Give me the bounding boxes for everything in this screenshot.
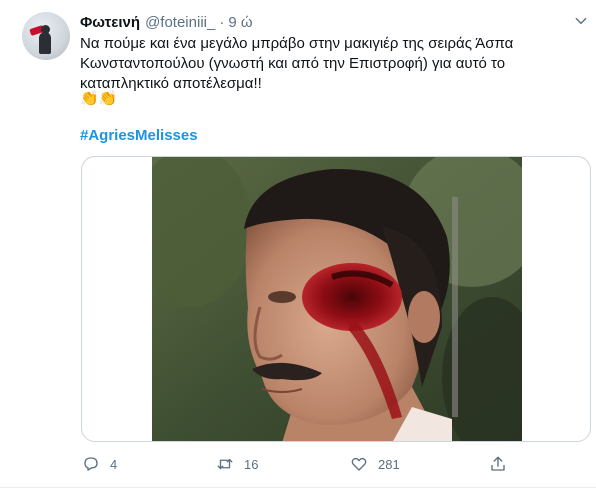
media-attachment[interactable] [81, 156, 591, 442]
share-button[interactable] [489, 452, 507, 476]
tweet-text-line: Κωνσταντοπούλου (γνωστή και από την Επισ… [80, 55, 506, 72]
tweet-timestamp[interactable]: 9 ώ [228, 14, 252, 31]
photo-image[interactable] [152, 157, 522, 442]
like-button[interactable]: 281 [350, 452, 400, 476]
tweet-text: Να πούμε και ένα μεγάλο μπράβο στην μακι… [80, 34, 580, 94]
avatar[interactable] [22, 12, 70, 60]
reply-count: 4 [110, 456, 118, 472]
header-separator: · [219, 13, 225, 31]
clapping-emoji: 👏👏 [80, 90, 118, 107]
like-count: 281 [378, 456, 400, 472]
reply-button[interactable]: 4 [82, 452, 117, 476]
user-handle[interactable]: @foteiniii_ [145, 14, 215, 31]
tweet-text-line: καταπληκτικό αποτέλεσμα!! [80, 75, 262, 92]
retweet-icon [217, 458, 233, 470]
tweet[interactable]: Φωτεινή @foteiniii_ · 9 ώ Να πούμε και έ… [0, 0, 596, 488]
tweet-actions: 4 16 281 [80, 452, 580, 476]
reply-icon [84, 457, 98, 471]
retweet-button[interactable]: 16 [216, 452, 258, 476]
retweet-count: 16 [244, 456, 259, 472]
hashtag-link[interactable]: #AgriesMelisses [80, 127, 198, 144]
avatar-figure-body [39, 32, 51, 54]
display-name[interactable]: Φωτεινή [80, 14, 140, 31]
chevron-down-icon[interactable] [574, 14, 588, 28]
tweet-header: Φωτεινή @foteiniii_ · 9 ώ [80, 12, 253, 32]
share-icon [491, 456, 505, 471]
tweet-text-line: Να πούμε και ένα μεγάλο μπράβο στην μακι… [80, 35, 514, 52]
heart-icon [351, 457, 367, 471]
